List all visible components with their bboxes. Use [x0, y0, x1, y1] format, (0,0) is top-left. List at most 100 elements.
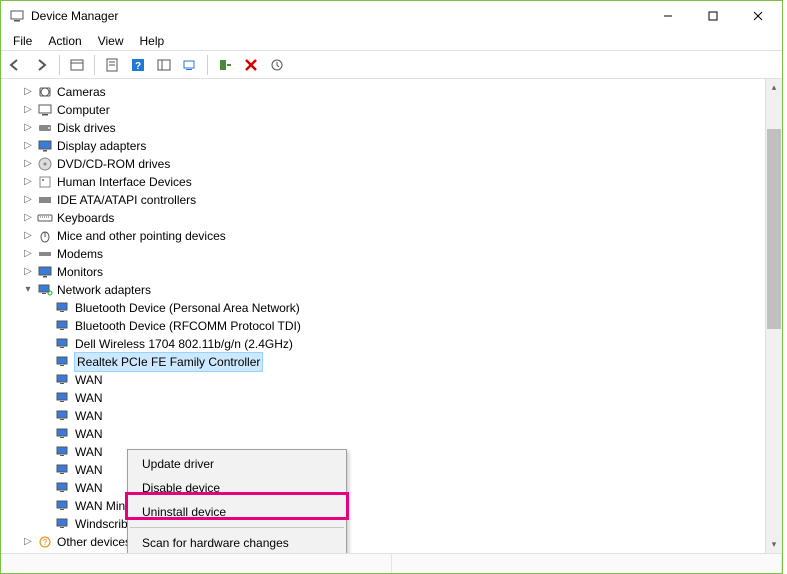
network-adapter-icon — [55, 336, 71, 352]
chevron-right-icon[interactable]: ▷ — [21, 157, 35, 171]
minimize-button[interactable] — [645, 2, 690, 31]
category-computer[interactable]: ▷ Computer — [5, 101, 762, 119]
device-item[interactable]: WAN — [5, 425, 762, 443]
show-hide-tree-button[interactable] — [66, 54, 88, 76]
category-display[interactable]: ▷ Display adapters — [5, 137, 762, 155]
chevron-right-icon[interactable]: ▷ — [21, 265, 35, 279]
chevron-right-icon[interactable]: ▷ — [21, 229, 35, 243]
scroll-up-icon[interactable]: ▴ — [766, 79, 782, 96]
hid-icon — [37, 174, 53, 190]
scroll-thumb[interactable] — [767, 129, 781, 329]
context-uninstall-device[interactable]: Uninstall device — [128, 500, 346, 524]
uninstall-button[interactable] — [240, 54, 262, 76]
category-label: Disk drives — [57, 119, 116, 137]
category-network[interactable]: ▾ Network adapters — [5, 281, 762, 299]
menu-file[interactable]: File — [5, 32, 40, 50]
back-button[interactable] — [5, 54, 27, 76]
device-item[interactable]: Bluetooth Device (RFCOMM Protocol TDI) — [5, 317, 762, 335]
device-label: Dell Wireless 1704 802.11b/g/n (2.4GHz) — [75, 335, 293, 353]
category-label: Display adapters — [57, 137, 146, 155]
context-update-driver[interactable]: Update driver — [128, 452, 346, 476]
display-icon — [37, 138, 53, 154]
scan-hardware-button[interactable] — [179, 54, 201, 76]
device-label: WAN — [75, 443, 103, 461]
category-label: Mice and other pointing devices — [57, 227, 226, 245]
chevron-right-icon[interactable]: ▷ — [21, 121, 35, 135]
device-item[interactable]: WAN Miniport (SSTP) — [5, 497, 762, 515]
camera-icon — [37, 84, 53, 100]
chevron-right-icon[interactable]: ▷ — [21, 175, 35, 189]
category-monitors[interactable]: ▷ Monitors — [5, 263, 762, 281]
category-dvd[interactable]: ▷ DVD/CD-ROM drives — [5, 155, 762, 173]
device-item[interactable]: Dell Wireless 1704 802.11b/g/n (2.4GHz) — [5, 335, 762, 353]
device-label: WAN — [75, 389, 103, 407]
network-adapter-icon — [55, 390, 71, 406]
chevron-right-icon[interactable]: ▷ — [21, 85, 35, 99]
window-title: Device Manager — [31, 9, 645, 23]
category-mice[interactable]: ▷ Mice and other pointing devices — [5, 227, 762, 245]
status-bar — [1, 553, 782, 573]
svg-text:?: ? — [135, 61, 141, 72]
category-cameras[interactable]: ▷ Cameras — [5, 83, 762, 101]
network-adapter-icon — [55, 444, 71, 460]
close-button[interactable] — [735, 2, 780, 31]
app-icon — [9, 8, 25, 24]
maximize-button[interactable] — [690, 2, 735, 31]
network-adapter-icon — [55, 354, 71, 370]
device-item[interactable]: Windscribe VPN — [5, 515, 762, 533]
properties-button[interactable] — [101, 54, 123, 76]
menu-action[interactable]: Action — [40, 32, 89, 50]
help-button[interactable]: ? — [127, 54, 149, 76]
device-item[interactable]: WAN — [5, 407, 762, 425]
chevron-right-icon[interactable]: ▷ — [21, 247, 35, 261]
category-label: Network adapters — [57, 281, 151, 299]
device-item[interactable]: WAN — [5, 371, 762, 389]
category-label: Computer — [57, 101, 110, 119]
chevron-right-icon[interactable]: ▷ — [21, 193, 35, 207]
chevron-down-icon[interactable]: ▾ — [21, 283, 35, 297]
network-adapter-icon — [55, 372, 71, 388]
device-item[interactable]: WAN — [5, 479, 762, 497]
network-adapter-icon — [55, 426, 71, 442]
menu-help[interactable]: Help — [132, 32, 173, 50]
category-label: Keyboards — [57, 209, 114, 227]
context-menu: Update driver Disable device Uninstall d… — [127, 449, 347, 553]
update-driver-button[interactable] — [266, 54, 288, 76]
device-item[interactable]: WAN — [5, 461, 762, 479]
category-modems[interactable]: ▷ Modems — [5, 245, 762, 263]
chevron-right-icon[interactable]: ▷ — [21, 211, 35, 225]
category-disk-drives[interactable]: ▷ Disk drives — [5, 119, 762, 137]
category-label: DVD/CD-ROM drives — [57, 155, 170, 173]
chevron-right-icon[interactable]: ▷ — [21, 139, 35, 153]
forward-button[interactable] — [31, 54, 53, 76]
context-disable-device[interactable]: Disable device — [128, 476, 346, 500]
category-keyboards[interactable]: ▷ Keyboards — [5, 209, 762, 227]
device-manager-window: Device Manager File Action View Help ? ▷ — [0, 0, 783, 574]
device-item[interactable]: WAN — [5, 443, 762, 461]
device-item-selected[interactable]: Realtek PCIe FE Family Controller — [5, 353, 762, 371]
category-label: Cameras — [57, 83, 106, 101]
device-label: WAN — [75, 407, 103, 425]
category-hid[interactable]: ▷ Human Interface Devices — [5, 173, 762, 191]
menu-view[interactable]: View — [90, 32, 132, 50]
scroll-down-icon[interactable]: ▾ — [766, 536, 782, 553]
device-label: Bluetooth Device (Personal Area Network) — [75, 299, 300, 317]
device-label: WAN — [75, 461, 103, 479]
device-tree[interactable]: ▷ Cameras ▷ Computer ▷ Disk drives ▷ Dis… — [5, 83, 762, 549]
separator — [207, 55, 208, 75]
device-item[interactable]: Bluetooth Device (Personal Area Network) — [5, 299, 762, 317]
status-cell — [1, 554, 392, 573]
separator — [94, 55, 95, 75]
category-label: Human Interface Devices — [57, 173, 192, 191]
action-button[interactable] — [153, 54, 175, 76]
enable-button[interactable] — [214, 54, 236, 76]
separator — [130, 527, 344, 528]
vertical-scrollbar[interactable]: ▴ ▾ — [765, 79, 782, 553]
context-scan-hardware[interactable]: Scan for hardware changes — [128, 531, 346, 553]
chevron-right-icon[interactable]: ▷ — [21, 103, 35, 117]
separator — [59, 55, 60, 75]
category-other[interactable]: ▷ ? Other devices — [5, 533, 762, 549]
chevron-right-icon[interactable]: ▷ — [21, 535, 35, 549]
category-ide[interactable]: ▷ IDE ATA/ATAPI controllers — [5, 191, 762, 209]
device-item[interactable]: WAN — [5, 389, 762, 407]
